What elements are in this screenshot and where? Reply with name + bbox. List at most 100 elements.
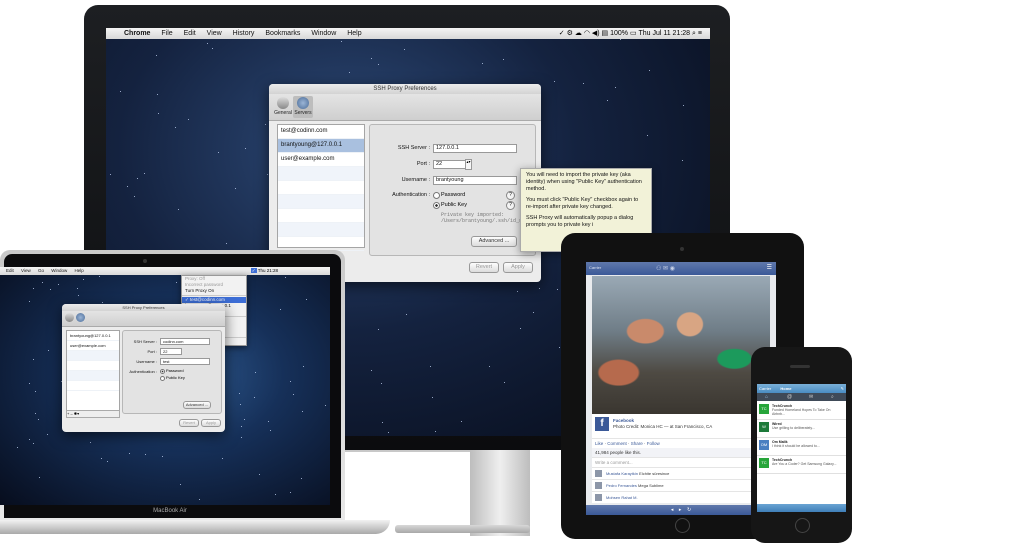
- username-input[interactable]: test: [160, 358, 210, 365]
- search-tab-icon[interactable]: ⌕: [831, 394, 834, 400]
- menu-window[interactable]: Window: [311, 30, 336, 37]
- share-button[interactable]: Share: [631, 441, 643, 446]
- server-item[interactable]: user@example.com: [67, 341, 119, 351]
- advanced-button[interactable]: Advanced ...: [471, 236, 517, 247]
- list-controls[interactable]: + – ✱▾: [66, 410, 120, 418]
- password-radio[interactable]: [160, 369, 165, 374]
- tweet-item[interactable]: W Wired Use grilling to deliberately...: [757, 420, 846, 438]
- public-key-radio[interactable]: [433, 202, 440, 209]
- tweet-item[interactable]: TC TechCrunch Funded Homeland Hopes To Tak…: [757, 402, 846, 420]
- username-input[interactable]: brantyoung: [433, 176, 517, 185]
- menu-view[interactable]: View: [207, 30, 222, 37]
- avatar[interactable]: TC: [759, 404, 769, 414]
- star: [90, 442, 91, 443]
- server-item[interactable]: user@example.com: [278, 153, 364, 167]
- ssh-server-input[interactable]: codinn.com: [160, 338, 210, 345]
- comment-input[interactable]: Write a comment...: [592, 457, 770, 467]
- ssh-proxy-status-icon[interactable]: ✓: [250, 268, 257, 273]
- cloud-icon[interactable]: ☁: [575, 30, 582, 37]
- back-icon[interactable]: ◂: [671, 507, 674, 513]
- server-list[interactable]: test@codinn.com brantyoung@127.0.0.1 use…: [277, 124, 365, 251]
- refresh-icon[interactable]: ↻: [687, 507, 691, 513]
- port-input[interactable]: 22: [433, 160, 467, 169]
- menu-app-name[interactable]: Chrome: [124, 30, 150, 37]
- menu-go[interactable]: Go: [38, 268, 44, 273]
- apply-button[interactable]: Apply: [503, 262, 533, 273]
- post-photo[interactable]: [592, 276, 770, 414]
- star: [35, 391, 36, 392]
- post-author[interactable]: Facebook: [613, 418, 634, 423]
- tweet-item[interactable]: OM Om Malik I think it should be allowed t…: [757, 438, 846, 456]
- avatar[interactable]: [595, 482, 602, 489]
- menu-window[interactable]: Window: [51, 268, 67, 273]
- avatar[interactable]: [595, 494, 602, 501]
- home-tab-icon[interactable]: ⌂: [765, 394, 768, 400]
- iphone-carrier: Carrier: [759, 386, 772, 391]
- star: [33, 288, 34, 289]
- star: [682, 160, 683, 161]
- comment-button[interactable]: Comment: [607, 441, 627, 446]
- port-stepper[interactable]: ▴▾: [465, 159, 472, 170]
- macbook-camera: [143, 259, 147, 263]
- menubar-clock[interactable]: Thu Jul 11 21:28: [638, 30, 690, 37]
- menu-history[interactable]: History: [233, 30, 255, 37]
- password-help-icon[interactable]: ?: [506, 191, 515, 200]
- username-label: Username :: [136, 359, 157, 364]
- tooltip-paragraph: You must click "Public Key" checkbox aga…: [526, 197, 639, 210]
- menu-help[interactable]: Help: [347, 30, 361, 37]
- gear-icon[interactable]: ⚙: [567, 30, 573, 37]
- advanced-button[interactable]: Advanced ...: [183, 401, 211, 409]
- revert-button[interactable]: Revert: [179, 419, 199, 427]
- revert-button[interactable]: Revert: [469, 262, 499, 273]
- flag-icon[interactable]: ▤: [602, 30, 609, 37]
- mentions-tab-icon[interactable]: @: [787, 394, 792, 400]
- tab-servers[interactable]: Servers: [293, 96, 313, 118]
- public-key-radio[interactable]: [160, 376, 165, 381]
- menu-help[interactable]: Help: [75, 268, 84, 273]
- server-item[interactable]: brantyoung@127.0.0.1: [67, 331, 119, 341]
- star: [557, 289, 558, 290]
- tab-general[interactable]: [65, 313, 74, 322]
- star: [239, 393, 240, 394]
- ipad-home-button[interactable]: [675, 518, 690, 533]
- star: [615, 87, 616, 88]
- ssh-server-input[interactable]: 127.0.0.1: [433, 144, 517, 153]
- avatar[interactable]: W: [759, 422, 769, 432]
- status-menu-item[interactable]: Turn Proxy On: [182, 288, 246, 294]
- follow-button[interactable]: Follow: [647, 441, 660, 446]
- avatar[interactable]: TC: [759, 458, 769, 468]
- server-item[interactable]: test@codinn.com: [278, 125, 364, 139]
- compose-icon[interactable]: ✎: [841, 384, 844, 393]
- menu-icon[interactable]: ☰: [767, 264, 772, 271]
- menubar-clock[interactable]: Thu 21:28: [258, 268, 278, 273]
- public-key-help-icon[interactable]: ?: [506, 201, 515, 210]
- server-list[interactable]: brantyoung@127.0.0.1 user@example.com: [66, 330, 120, 412]
- forward-icon[interactable]: ▸: [679, 507, 682, 513]
- likes-count[interactable]: 41,984 people like this.: [592, 448, 770, 457]
- menu-edit[interactable]: Edit: [6, 268, 14, 273]
- ssh-proxy-status-icon[interactable]: ✓: [559, 30, 565, 37]
- star: [176, 282, 177, 283]
- tab-servers[interactable]: [76, 313, 85, 322]
- avatar[interactable]: [595, 470, 602, 477]
- list-icon[interactable]: ≡: [698, 30, 702, 37]
- volume-icon[interactable]: ◀): [592, 30, 600, 37]
- like-button[interactable]: Like: [595, 441, 603, 446]
- server-item-selected[interactable]: brantyoung@127.0.0.1: [278, 139, 364, 153]
- menu-file[interactable]: File: [161, 30, 172, 37]
- apply-button[interactable]: Apply: [201, 419, 221, 427]
- messages-tab-icon[interactable]: ✉: [809, 394, 813, 400]
- avatar[interactable]: OM: [759, 440, 769, 450]
- search-icon[interactable]: ⌕: [692, 30, 696, 37]
- menu-edit[interactable]: Edit: [184, 30, 196, 37]
- friends-icon[interactable]: ⚇ ✉ ◉: [656, 265, 675, 272]
- star: [222, 458, 223, 459]
- menu-bookmarks[interactable]: Bookmarks: [265, 30, 300, 37]
- menu-view[interactable]: View: [21, 268, 31, 273]
- wifi-icon[interactable]: ◠: [584, 30, 590, 37]
- tab-general[interactable]: General: [273, 96, 293, 118]
- password-radio[interactable]: [433, 192, 440, 199]
- iphone-home-button[interactable]: [795, 518, 810, 533]
- tweet-item[interactable]: TC TechCrunch Are You a Coder? Get Samsung…: [757, 456, 846, 474]
- port-input[interactable]: 22: [160, 348, 182, 355]
